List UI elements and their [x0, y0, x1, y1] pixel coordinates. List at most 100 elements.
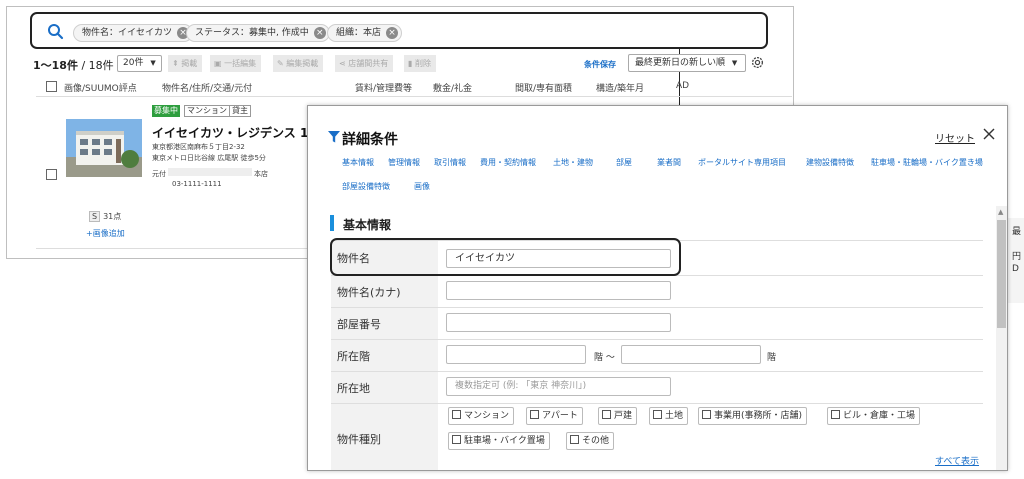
result-total: / 18件 [81, 59, 114, 72]
type-checkbox-business[interactable]: 事業用(事務所・店舗) [698, 407, 808, 425]
share-icon: ⋖ [339, 59, 346, 68]
gear-icon[interactable] [750, 55, 765, 70]
tab-images[interactable]: 画像 [414, 181, 430, 192]
checkbox-label: 駐車場・バイク置場 [464, 436, 545, 446]
scrollbar-thumb[interactable] [997, 220, 1006, 328]
checkbox-box [570, 435, 579, 444]
owner-badge: 貸主 [229, 105, 251, 117]
score-value: 31点 [103, 212, 122, 221]
checkbox-box [831, 410, 840, 419]
column-header-rent[interactable]: 賃料/管理費等 [355, 81, 412, 94]
type-badge: マンション [184, 105, 230, 117]
select-all-checkbox[interactable] [46, 81, 57, 92]
tab-transaction-info[interactable]: 取引情報 [434, 157, 466, 168]
modal-title-text: 詳細条件 [342, 132, 398, 148]
publish-label: 掲載 [181, 59, 198, 68]
tab-portal-items[interactable]: ポータルサイト専用項目 [698, 157, 786, 168]
edit-publish-label: 編集掲載 [286, 59, 319, 68]
tab-management-info[interactable]: 管理情報 [388, 157, 420, 168]
suumo-score: S 31点 [89, 211, 121, 222]
filter-icon [328, 131, 340, 143]
add-image-link[interactable]: +画像追加 [86, 228, 125, 239]
floor-to-input[interactable] [621, 345, 761, 364]
field-label: 所在地 [331, 372, 438, 403]
edit-publish-button[interactable]: ✎ 編集掲載 [273, 55, 324, 72]
location-input[interactable]: 複数指定可 (例: 「東京 神奈川」) [446, 377, 671, 396]
result-range: 1〜18件 [33, 59, 78, 72]
chevron-down-icon: ▼ [731, 59, 738, 67]
detail-conditions-modal: 詳細条件 リセット 基本情報 管理情報 取引情報 費用・契約情報 土地・建物 部… [307, 105, 1008, 471]
checkbox-box [602, 410, 611, 419]
per-page-value: 20件 [123, 58, 144, 68]
checkbox-label: アパート [542, 411, 578, 421]
property-thumbnail[interactable] [66, 119, 142, 177]
tab-basic-info[interactable]: 基本情報 [342, 157, 374, 168]
field-label: 部屋番号 [331, 308, 438, 339]
field-row-floor: 所在階 階 〜 階 [331, 340, 983, 372]
checkbox-box [452, 435, 461, 444]
type-checkbox-building[interactable]: ビル・倉庫・工場 [827, 407, 921, 425]
room-number-input[interactable] [446, 313, 671, 332]
tab-parking[interactable]: 駐車場・駐輪場・バイク置き場 [871, 157, 983, 168]
pencil-icon: ✎ [277, 59, 284, 68]
bulk-edit-button[interactable]: ▣ 一括編集 [210, 55, 262, 72]
agent-phone: 03-1111-1111 [172, 180, 222, 188]
type-checkbox-apartment[interactable]: アパート [526, 407, 583, 425]
field-row-kana: 物件名(カナ) [331, 276, 983, 308]
type-checkbox-parking[interactable]: 駐車場・バイク置場 [448, 432, 550, 450]
agent-suffix: 本店 [254, 170, 268, 178]
delete-button[interactable]: ▮ 削除 [404, 55, 436, 72]
search-highlight-callout [30, 12, 768, 49]
floor-from-input[interactable] [446, 345, 586, 364]
store-share-button[interactable]: ⋖ 店舗間共有 [335, 55, 394, 72]
checkbox-label: 土地 [665, 411, 684, 421]
section-title: 基本情報 [343, 218, 392, 232]
tab-building-equipment[interactable]: 建物設備特徴 [806, 157, 854, 168]
checkbox-label: ビル・倉庫・工場 [843, 411, 916, 421]
close-icon[interactable] [982, 127, 996, 141]
sort-select[interactable]: 最終更新日の新しい順 ▼ [628, 54, 746, 72]
checkbox-label: マンション [464, 411, 510, 421]
field-label: 所在階 [331, 340, 438, 371]
tab-between-agents[interactable]: 業者間 [657, 157, 681, 168]
property-kana-input[interactable] [446, 281, 671, 300]
column-header-name[interactable]: 物件名/住所/交通/元付 [162, 81, 252, 94]
agent-label: 元付 [152, 170, 166, 178]
column-header-ad[interactable]: AD [676, 81, 689, 91]
checkbox-box [653, 410, 662, 419]
bulk-edit-label: 一括編集 [224, 59, 257, 68]
trash-icon: ▮ [408, 59, 413, 68]
field-row-room: 部屋番号 [331, 308, 983, 340]
column-header-deposit[interactable]: 敷金/礼金 [433, 81, 472, 94]
type-checkbox-land[interactable]: 土地 [649, 407, 689, 425]
tab-room-equipment[interactable]: 部屋設備特徴 [342, 181, 390, 192]
tab-cost-contract[interactable]: 費用・契約情報 [480, 157, 536, 168]
per-page-select[interactable]: 20件 ▼ [117, 55, 162, 72]
field-label: 物件名(カナ) [331, 276, 438, 307]
checkbox-box [702, 410, 711, 419]
save-condition-link[interactable]: 条件保存 [584, 59, 616, 70]
checkbox-label: 事業用(事務所・店舗) [714, 411, 803, 421]
type-checkbox-house[interactable]: 戸建 [598, 407, 638, 425]
scroll-up-arrow-icon[interactable]: ▲ [998, 208, 1003, 216]
row-checkbox[interactable] [46, 169, 57, 180]
property-name-link[interactable]: イイセイカツ・レジデンス 102 [152, 124, 325, 141]
type-checkbox-mansion[interactable]: マンション [448, 407, 515, 425]
column-header-image[interactable]: 画像/SUUMO評点 [64, 81, 137, 94]
bulk-edit-icon: ▣ [214, 59, 222, 68]
column-header-layout[interactable]: 間取/専有面積 [515, 81, 572, 94]
field-label: 物件種別 [331, 404, 438, 470]
publish-button[interactable]: ⇞ 掲載 [168, 55, 203, 72]
column-header-structure[interactable]: 構造/築年月 [596, 81, 644, 94]
checkbox-label: その他 [582, 436, 610, 446]
modal-title: 詳細条件 [326, 129, 398, 149]
reset-link[interactable]: リセット [935, 130, 975, 145]
redacted-agent-name [168, 168, 252, 176]
checkbox-box [452, 410, 461, 419]
tab-land-building[interactable]: 土地・建物 [553, 157, 593, 168]
tab-room[interactable]: 部屋 [616, 157, 632, 168]
edge-text: D [1012, 264, 1019, 274]
publish-icon: ⇞ [172, 59, 179, 68]
type-checkbox-other[interactable]: その他 [566, 432, 615, 450]
show-all-link[interactable]: すべて表示 [935, 454, 979, 467]
